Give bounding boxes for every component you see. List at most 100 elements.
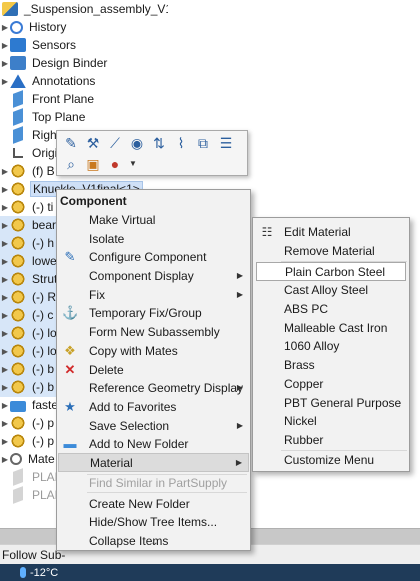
expand-arrow-icon[interactable]: ▶ xyxy=(0,311,10,320)
tree-item-front-plane[interactable]: Front Plane xyxy=(0,90,168,109)
menu-item-material[interactable]: Material ▶ xyxy=(58,453,249,472)
list-icon[interactable]: ☰ xyxy=(217,134,235,152)
attach-icon[interactable]: ⌇ xyxy=(172,134,190,152)
submenu-item-malleable-cast-iron[interactable]: Malleable Cast Iron xyxy=(254,318,408,337)
expand-arrow-icon[interactable]: ▶ xyxy=(0,23,10,32)
appearance-icon[interactable]: ● xyxy=(106,155,124,173)
submenu-item-pbt-general-purpose[interactable]: PBT General Purpose xyxy=(254,393,408,412)
submenu-item-label: ABS PC xyxy=(284,301,329,316)
edit-material-icon: ☷ xyxy=(261,224,273,239)
menu-item-label: Isolate xyxy=(89,231,125,246)
menu-item-label: Copy with Mates xyxy=(89,343,178,358)
menu-item-isolate[interactable]: Isolate xyxy=(58,229,249,248)
expand-arrow-icon[interactable]: ▶ xyxy=(0,77,10,86)
menu-item-copy-with-mates[interactable]: ❖ Copy with Mates xyxy=(58,341,249,360)
tree-item-label: (-) ti xyxy=(32,200,54,215)
submenu-item-customize-menu[interactable]: Customize Menu xyxy=(254,450,408,469)
expand-arrow-icon[interactable]: ▶ xyxy=(0,383,10,392)
expand-arrow-icon[interactable]: ▶ xyxy=(0,239,10,248)
smart-dimension-icon[interactable]: ⟋ xyxy=(106,134,124,152)
tree-item-label: History xyxy=(29,20,67,35)
tree-item-annotations[interactable]: ▶ Annotations xyxy=(0,72,168,91)
expand-arrow-icon[interactable]: ▶ xyxy=(0,347,10,356)
part-icon xyxy=(10,272,26,287)
expand-arrow-icon[interactable]: ▶ xyxy=(0,437,10,446)
menu-item-form-new-subassembly[interactable]: Form New Subassembly xyxy=(58,322,249,341)
part-icon xyxy=(10,344,26,359)
submenu-item-cast-alloy-steel[interactable]: Cast Alloy Steel xyxy=(254,280,408,299)
submenu-item-label: Customize Menu xyxy=(284,452,375,467)
tree-item-label: Origi xyxy=(32,146,58,161)
dropdown-icon[interactable]: ▼ xyxy=(124,155,142,173)
submenu-item-brass[interactable]: Brass xyxy=(254,355,408,374)
menu-item-reference-geometry-display[interactable]: Reference Geometry Display ▶ xyxy=(58,378,249,397)
expand-arrow-icon[interactable]: ▶ xyxy=(0,41,10,50)
menu-item-delete[interactable]: ✕ Delete xyxy=(58,360,249,379)
menu-item-add-to-favorites[interactable]: ★ Add to Favorites xyxy=(58,397,249,416)
tree-item-label: Design Binder xyxy=(32,56,108,71)
annotations-icon xyxy=(10,74,26,89)
expand-arrow-icon[interactable]: ▶ xyxy=(0,329,10,338)
expand-menu-chevron-icon[interactable]: ⌄ xyxy=(57,537,252,548)
menu-item-configure-component[interactable]: ✎ Configure Component xyxy=(58,247,249,266)
submenu-item-copper[interactable]: Copper xyxy=(254,374,408,393)
move-up-icon[interactable]: ⇅ xyxy=(150,134,168,152)
submenu-item-1060-alloy[interactable]: 1060 Alloy xyxy=(254,336,408,355)
submenu-item-label: Nickel xyxy=(284,413,317,428)
submenu-item-rubber[interactable]: Rubber xyxy=(254,430,408,449)
temporary-fix-icon: ⚓ xyxy=(62,304,79,320)
expand-arrow-icon[interactable]: ▶ xyxy=(0,455,10,464)
menu-item-label: Material xyxy=(90,455,133,470)
expand-arrow-icon[interactable]: ▶ xyxy=(0,419,10,428)
menu-item-temporary-fix-group[interactable]: ⚓ Temporary Fix/Group xyxy=(58,303,249,322)
tree-item-label: (f) B xyxy=(32,164,55,179)
tree-item-label: Top Plane xyxy=(32,110,86,125)
submenu-item-edit-material[interactable]: ☷ Edit Material xyxy=(254,222,408,241)
tree-item-history[interactable]: ▶ History xyxy=(0,18,168,37)
tree-item-label: (-) p xyxy=(32,434,54,449)
expand-arrow-icon[interactable]: ▶ xyxy=(0,257,10,266)
menu-item-make-virtual[interactable]: Make Virtual xyxy=(58,210,249,229)
tree-item-top-plane[interactable]: Top Plane xyxy=(0,108,168,127)
tree-item-label: bear xyxy=(32,218,57,233)
menu-item-fix[interactable]: Fix ▶ xyxy=(58,285,249,304)
isolate-icon[interactable]: ▣ xyxy=(84,155,102,173)
expand-arrow-icon[interactable]: ▶ xyxy=(0,203,10,212)
part-icon xyxy=(10,164,26,179)
zoom-to-selection-icon[interactable]: ⌕ xyxy=(62,155,80,173)
menu-item-component-display[interactable]: Component Display ▶ xyxy=(58,266,249,285)
properties-icon[interactable]: ⧉ xyxy=(194,134,212,152)
edit-assembly-icon[interactable]: ⚒ xyxy=(84,134,102,152)
folder-icon xyxy=(10,400,26,412)
menu-item-save-selection[interactable]: Save Selection ▶ xyxy=(58,416,249,435)
submenu-item-label: Cast Alloy Steel xyxy=(284,282,369,297)
expand-arrow-icon[interactable]: ▶ xyxy=(0,365,10,374)
expand-arrow-icon[interactable]: ▶ xyxy=(0,293,10,302)
tree-root-assembly[interactable]: _Suspension_assembly_V1final xyxy=(0,0,168,19)
submenu-item-nickel[interactable]: Nickel xyxy=(254,411,408,430)
edit-part-icon[interactable]: ✎ xyxy=(62,134,80,152)
menu-item-add-to-new-folder[interactable]: ▬ Add to New Folder xyxy=(58,434,249,453)
expand-arrow-icon[interactable]: ▶ xyxy=(0,59,10,68)
tree-item-sensors[interactable]: ▶ Sensors xyxy=(0,36,168,55)
expand-arrow-icon[interactable]: ▶ xyxy=(0,221,10,230)
binder-icon xyxy=(10,56,26,71)
menu-item-label: Component Display xyxy=(89,268,194,283)
submenu-item-plain-carbon-steel[interactable]: Plain Carbon Steel xyxy=(256,262,406,281)
menu-item-label: Delete xyxy=(89,362,124,377)
menu-item-create-new-folder[interactable]: Create New Folder xyxy=(58,494,249,513)
part-icon xyxy=(10,254,26,269)
expand-arrow-icon[interactable]: ▶ xyxy=(0,185,10,194)
menu-item-hide-show-tree-items[interactable]: Hide/Show Tree Items... xyxy=(58,512,249,531)
submenu-item-abs-pc[interactable]: ABS PC xyxy=(254,299,408,318)
delete-icon: ✕ xyxy=(64,361,76,377)
menu-item-label: Save Selection xyxy=(89,418,170,433)
expand-arrow-icon[interactable]: ▶ xyxy=(0,275,10,284)
expand-arrow-icon[interactable]: ▶ xyxy=(0,167,10,176)
part-icon xyxy=(10,290,26,305)
expand-arrow-icon[interactable]: ▶ xyxy=(0,401,10,410)
tree-item-design-binder[interactable]: ▶ Design Binder xyxy=(0,54,168,73)
part-icon xyxy=(10,362,26,377)
submenu-item-remove-material[interactable]: Remove Material xyxy=(254,241,408,260)
hide-show-icon[interactable]: ◉ xyxy=(128,134,146,152)
